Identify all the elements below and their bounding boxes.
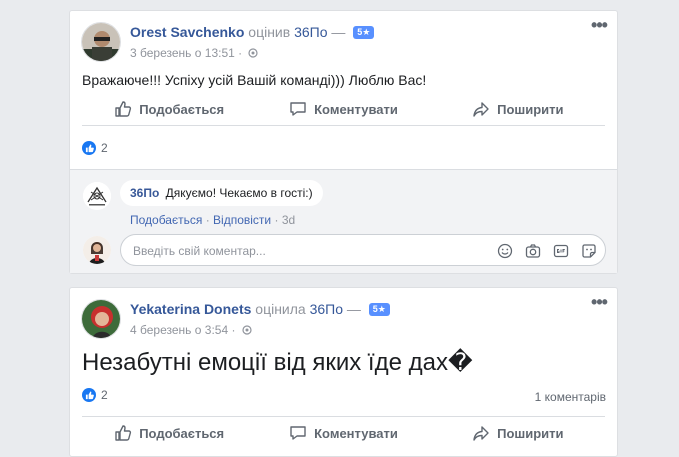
sticker-icon[interactable] [580,242,597,259]
like-button[interactable]: Подобається [82,100,256,118]
like-reaction-icon [82,141,96,155]
review-post: Orest Savchenko оцінив 36По — 5★ 3 берез… [69,10,618,274]
author-name[interactable]: Orest Savchenko [130,24,244,40]
more-options-icon[interactable]: ••• [591,293,608,312]
comment-icon [290,426,306,440]
comment-author[interactable]: 36По [130,186,159,200]
page-link[interactable]: 36По [294,24,327,40]
share-label: Поширити [497,101,564,117]
comment-composer [120,234,606,267]
comment-actions: Подобається · Відповісти · 3d [130,213,295,227]
post-text: Незабутні емоції від яких їде дах� [82,349,473,376]
reaction-summary[interactable]: 2 [82,141,108,155]
comment-input[interactable] [131,235,485,267]
comment-bubble: 36По Дякуємо! Чекаємо в гості:) [120,180,323,206]
meta-dot: · [231,323,236,337]
camera-icon[interactable] [524,242,541,259]
reaction-count: 2 [101,141,108,155]
rating-badge: 5★ [368,303,390,316]
like-label: Подобається [139,101,225,117]
author-avatar[interactable] [81,22,121,62]
thumbs-up-icon [115,101,132,117]
author-name[interactable]: Yekaterina Donets [130,301,251,317]
share-button[interactable]: Поширити [431,100,605,118]
page-logo-icon [83,182,111,210]
rating-badge: 5★ [353,26,375,39]
separator-dot: · [205,213,210,227]
reaction-count: 2 [101,388,108,402]
comment-label: Коментувати [314,101,398,117]
share-icon [473,426,489,441]
comments-count[interactable]: 1 коментарів [535,390,606,404]
gif-icon[interactable] [552,242,569,259]
action-verb: оцінила [255,301,306,317]
like-label: Подобається [139,425,225,441]
comment-time[interactable]: 3d [282,213,295,227]
share-label: Поширити [497,425,564,441]
emoji-icon[interactable] [496,242,513,259]
like-reaction-icon [82,388,96,402]
meta-dot: · [238,46,243,60]
post-date[interactable]: 4 березень о 3:54 [130,323,228,337]
composer-icons [496,242,597,259]
more-options-icon[interactable]: ••• [591,16,608,35]
page-link[interactable]: 36По [310,301,343,317]
comments-section: 36По Дякуємо! Чекаємо в гості:) Подобаєт… [70,169,617,273]
post-date[interactable]: 3 березень о 13:51 [130,46,235,60]
comment-reply-link[interactable]: Відповісти [213,213,271,227]
like-button[interactable]: Подобається [82,424,256,442]
comment-text: Дякуємо! Чекаємо в гості:) [165,186,313,200]
comment-label: Коментувати [314,425,398,441]
review-post: Yekaterina Donets оцінила 36По — 5★ 4 бе… [69,287,618,457]
share-icon [473,102,489,117]
dash: — [331,24,346,40]
globe-icon [242,325,252,335]
comment-like-link[interactable]: Подобається [130,213,202,227]
post-text: Вражаюче!!! Успіху усій Вашій команді)))… [82,72,427,88]
author-line: Yekaterina Donets оцінила 36По — 5★ [130,301,390,317]
action-bar: Подобається Коментувати Поширити [82,93,605,126]
action-verb: оцінив [248,24,291,40]
action-bar: Подобається Коментувати Поширити [82,416,605,449]
page-avatar[interactable] [83,182,111,210]
comment-button[interactable]: Коментувати [256,100,430,118]
author-avatar[interactable] [81,299,121,339]
comment-button[interactable]: Коментувати [256,424,430,442]
comment-icon [290,102,306,116]
globe-icon [248,48,259,58]
share-button[interactable]: Поширити [431,424,605,442]
author-line: Orest Savchenko оцінив 36По — 5★ [130,24,375,40]
reaction-summary[interactable]: 2 [82,388,108,402]
thumbs-up-icon [115,425,132,441]
post-meta: 3 березень о 13:51 · [130,46,259,60]
separator-dot: · [274,213,279,227]
current-user-avatar [83,236,111,264]
dash: — [346,301,361,317]
post-meta: 4 березень о 3:54 · [130,323,252,337]
